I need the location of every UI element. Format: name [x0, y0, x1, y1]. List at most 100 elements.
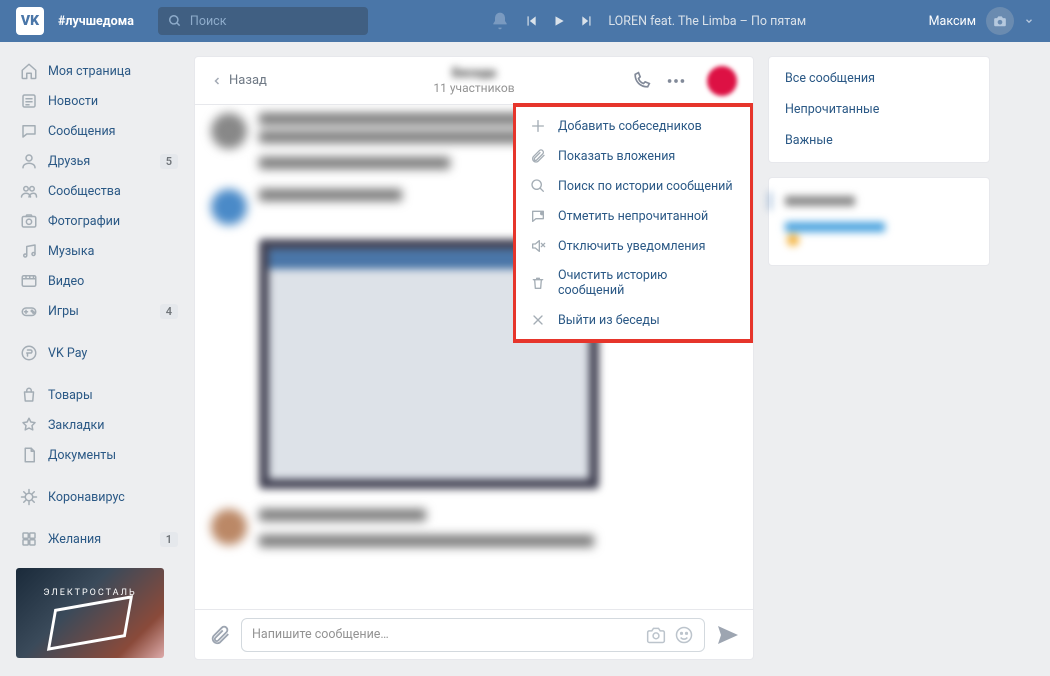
sidebar-badge: 4	[160, 304, 178, 319]
filter-all[interactable]: Все сообщения	[769, 63, 989, 94]
unread-icon	[530, 208, 546, 224]
sidebar-item-label: VK Pay	[48, 346, 87, 361]
user-avatar	[986, 7, 1014, 35]
games-icon	[20, 302, 38, 320]
sidebar-item-pay[interactable]: VK Pay	[16, 338, 180, 368]
search-icon	[530, 178, 546, 194]
filter-unread[interactable]: Непрочитанные	[769, 94, 989, 125]
groups-icon	[20, 182, 38, 200]
sidebar-item-messages[interactable]: Сообщения	[16, 116, 180, 146]
trash-icon	[530, 275, 546, 291]
messages-icon	[20, 122, 38, 140]
message-composer	[195, 609, 753, 659]
folders-list	[768, 177, 990, 266]
clip-icon	[530, 148, 546, 164]
sidebar-item-label: Новости	[48, 94, 98, 109]
message-filters: Все сообщения Непрочитанные Важные	[768, 56, 990, 163]
home-icon	[20, 62, 38, 80]
bookmark-icon	[20, 416, 38, 434]
sidebar-item-news[interactable]: Новости	[16, 86, 180, 116]
sidebar-item-label: Друзья	[48, 154, 90, 169]
sidebar-item-label: Закладки	[48, 418, 105, 433]
sidebar-badge: 1	[160, 532, 178, 547]
sidebar-item-home[interactable]: Моя страница	[16, 56, 180, 86]
sidebar-item-label: Товары	[48, 388, 93, 403]
search-box[interactable]	[158, 7, 368, 35]
now-playing-text[interactable]: LOREN feat. The Limba – По пятам	[608, 14, 806, 29]
dropdown-item-label: Отметить непрочитанной	[558, 209, 708, 224]
call-icon[interactable]	[631, 71, 651, 91]
send-icon[interactable]	[715, 623, 739, 647]
dropdown-item-leave[interactable]: Выйти из беседы	[516, 305, 750, 335]
chat-subtitle: 11 участников	[433, 81, 514, 95]
more-icon[interactable]	[665, 70, 687, 92]
emoji-icon[interactable]	[674, 625, 694, 645]
sidebar-item-wish[interactable]: Желания1	[16, 524, 180, 554]
sidebar-item-label: Музыка	[48, 244, 94, 259]
vk-logo[interactable]: VK	[16, 7, 44, 35]
prev-track-icon[interactable]	[524, 14, 538, 28]
sidebar-item-label: Коронавирус	[48, 490, 125, 505]
sidebar-item-virus[interactable]: Коронавирус	[16, 482, 180, 512]
dropdown-item-label: Показать вложения	[558, 149, 675, 164]
dropdown-item-trash[interactable]: Очистить историю сообщений	[516, 261, 750, 305]
sidebar-item-groups[interactable]: Сообщества	[16, 176, 180, 206]
camera-icon	[993, 14, 1007, 28]
chat-actions-dropdown: Добавить собеседников Показать вложения По…	[513, 103, 753, 343]
friends-icon	[20, 152, 38, 170]
wish-icon	[20, 530, 38, 548]
dropdown-item-unread[interactable]: Отметить непрочитанной	[516, 201, 750, 231]
search-input[interactable]	[190, 14, 358, 29]
dropdown-item-label: Отключить уведомления	[558, 239, 706, 254]
chat-panel: Назад Беседа 11 участников Добавить собе…	[194, 56, 754, 660]
folder-item[interactable]	[769, 214, 989, 255]
dropdown-item-plus[interactable]: Добавить собеседников	[516, 111, 750, 141]
market-icon	[20, 386, 38, 404]
user-menu[interactable]: Максим	[929, 7, 1034, 35]
back-button[interactable]: Назад	[211, 73, 267, 88]
play-icon[interactable]	[552, 14, 566, 28]
sidebar-item-label: Сообщества	[48, 184, 121, 199]
sidebar-item-label: Фотографии	[48, 214, 120, 229]
promo-image[interactable]: ЭЛЕКТРОСТАЛЬ	[16, 568, 164, 658]
sidebar-badge: 5	[160, 154, 178, 169]
attach-icon[interactable]	[209, 624, 231, 646]
filter-important[interactable]: Важные	[769, 125, 989, 156]
music-icon	[20, 242, 38, 260]
sidebar-item-music[interactable]: Музыка	[16, 236, 180, 266]
sidebar-item-label: Сообщения	[48, 124, 116, 139]
photo-icon[interactable]	[646, 625, 666, 645]
music-player: LOREN feat. The Limba – По пятам	[524, 14, 806, 29]
dropdown-item-label: Поиск по истории сообщений	[558, 179, 733, 194]
sidebar-item-friends[interactable]: Друзья 5	[16, 146, 180, 176]
message-input[interactable]	[252, 627, 638, 642]
user-name: Максим	[929, 14, 976, 29]
sidebar-item-docs[interactable]: Документы	[16, 440, 180, 470]
next-track-icon[interactable]	[580, 14, 594, 28]
folder-item[interactable]	[769, 188, 989, 214]
sidebar-item-bookmark[interactable]: Закладки	[16, 410, 180, 440]
dropdown-item-label: Выйти из беседы	[558, 313, 660, 328]
dropdown-item-label: Очистить историю сообщений	[558, 268, 736, 298]
chat-title-block[interactable]: Беседа 11 участников	[433, 66, 514, 95]
chat-avatar[interactable]	[707, 66, 737, 96]
pay-icon	[20, 344, 38, 362]
sidebar-item-games[interactable]: Игры4	[16, 296, 180, 326]
message-input-wrapper[interactable]	[241, 618, 705, 652]
hashtag[interactable]: #лучшедома	[58, 14, 134, 29]
sidebar-item-photos[interactable]: Фотографии	[16, 206, 180, 236]
top-header: VK #лучшедома LOREN feat. The Limba – По…	[0, 0, 1050, 42]
search-icon	[168, 14, 182, 28]
dropdown-item-clip[interactable]: Показать вложения	[516, 141, 750, 171]
virus-icon	[20, 488, 38, 506]
leave-icon	[530, 312, 546, 328]
dropdown-item-mute[interactable]: Отключить уведомления	[516, 231, 750, 261]
sidebar-item-video[interactable]: Видео	[16, 266, 180, 296]
news-icon	[20, 92, 38, 110]
sidebar-item-market[interactable]: Товары	[16, 380, 180, 410]
plus-icon	[530, 118, 546, 134]
notifications-icon[interactable]	[490, 11, 510, 31]
dropdown-item-search[interactable]: Поиск по истории сообщений	[516, 171, 750, 201]
docs-icon	[20, 446, 38, 464]
sidebar-item-label: Видео	[48, 274, 84, 289]
